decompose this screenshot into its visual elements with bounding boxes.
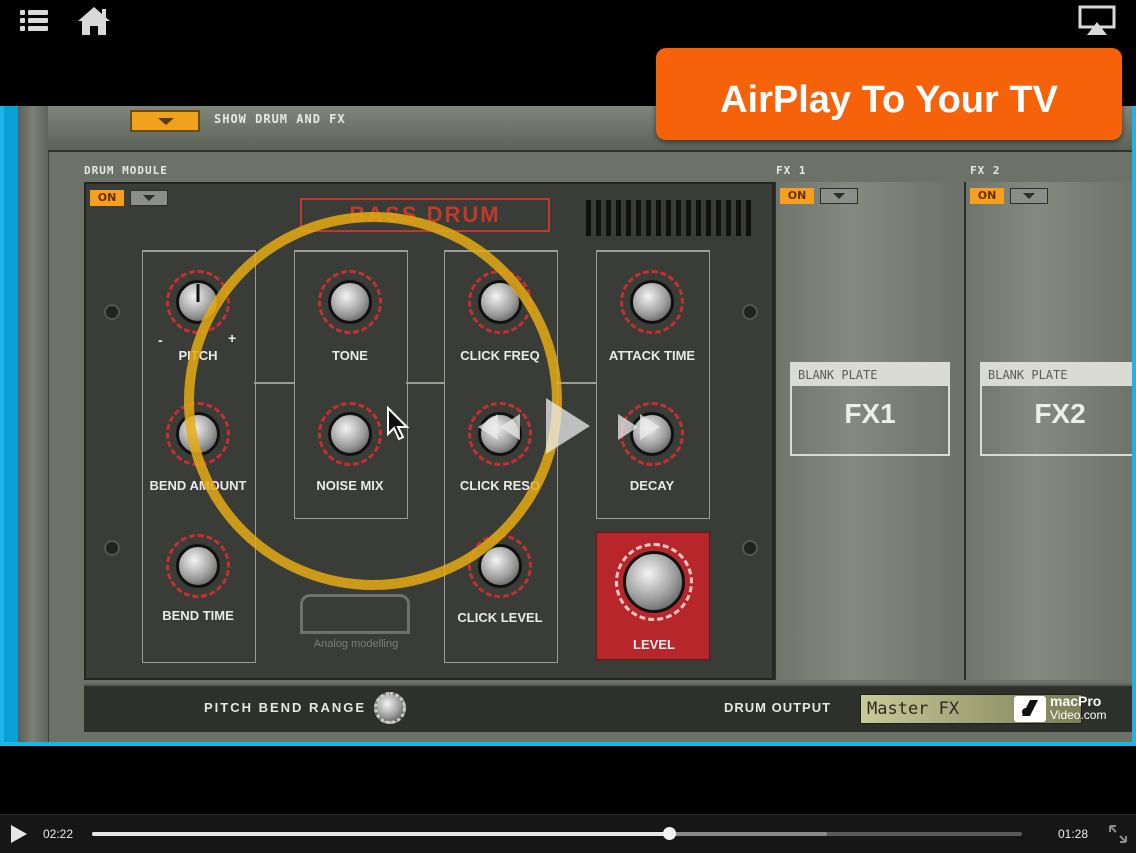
progress-thumb[interactable] [662,827,676,840]
decay-label: DECAY [629,478,675,493]
bend-time-label: BEND TIME [162,608,234,623]
player-controls: 02:22 01:28 [0,814,1136,853]
overlay-play-icon[interactable] [542,394,594,463]
fx1-plate-caption: BLANK PLATE [792,364,948,386]
overlay-fast-forward-icon[interactable] [614,412,664,447]
level-block: LEVEL [596,532,710,660]
mouse-cursor-icon [386,405,410,447]
fx1-panel: ON BLANK PLATE FX1 [774,182,962,680]
airplay-icon[interactable] [1078,4,1116,38]
fx1-blank-plate: BLANK PLATE FX1 [790,362,950,456]
macprovideo-logo-icon [1014,696,1046,722]
watermark-line1: macPro [1050,693,1102,709]
pitch-bend-range-label: PITCH BEND RANGE [204,700,367,715]
level-label: LEVEL [633,637,675,652]
click-level-label: CLICK LEVEL [457,610,543,625]
pitch-bend-range-knob[interactable] [374,692,406,724]
drum-on-button[interactable]: ON [90,190,124,206]
connector-line-3 [556,382,596,384]
fx2-plate-title: FX2 [1034,398,1086,429]
speaker-grille [586,200,754,236]
airplay-banner[interactable]: AirPlay To Your TV [656,48,1122,140]
menu-list-icon[interactable] [18,4,52,38]
fx2-label: FX 2 [970,164,1001,177]
highlight-circle [184,212,562,590]
screw [104,304,120,320]
expand-icon[interactable] [1108,824,1128,849]
progress-track[interactable] [92,827,1022,840]
drum-bottom-bar: PITCH BEND RANGE DRUM OUTPUT Master FX [84,684,1134,732]
fx2-on-button[interactable]: ON [970,188,1004,204]
drum-module-panel: ON BASS DRUM - + PITCH TONE CLICK FREQ A… [84,182,774,680]
macprovideo-watermark: macPro Video.com [1014,694,1124,726]
elapsed-time: 02:22 [43,827,74,841]
drum-output-label: DRUM OUTPUT [724,700,832,715]
fx2-dropdown-button[interactable] [1010,188,1048,204]
rack-rail [18,106,49,742]
show-drum-fx-label: SHOW DRUM AND FX [214,112,346,126]
fx2-plate-caption: BLANK PLATE [982,364,1136,386]
fx1-on-button[interactable]: ON [780,188,814,204]
show-drum-fx-button[interactable] [130,110,200,132]
level-knob[interactable] [615,543,693,621]
airplay-banner-text: AirPlay To Your TV [720,79,1058,121]
fx2-blank-plate: BLANK PLATE FX2 [980,362,1136,456]
screw [742,304,758,320]
fx1-dropdown-button[interactable] [820,188,858,204]
play-icon[interactable] [10,824,28,849]
video-frame[interactable]: SHOW DRUM AND FX DRUM MODULE FX 1 FX 2 O… [0,106,1136,746]
attack-time-knob[interactable] [620,270,684,334]
attack-time-label: ATTACK TIME [608,348,696,363]
drum-dropdown-button[interactable] [130,190,168,206]
screw [104,540,120,556]
screw [742,540,758,556]
remaining-time: 01:28 [1058,827,1089,841]
fx1-label: FX 1 [776,164,807,177]
fx1-plate-title: FX1 [844,398,896,429]
overlay-rewind-icon[interactable] [474,412,524,447]
home-icon[interactable] [76,4,110,38]
analog-modelling-logo [300,594,410,634]
drum-module-label: DRUM MODULE [84,164,168,177]
analog-modelling-text: Analog modelling [313,638,399,650]
progress-played [92,832,669,836]
bend-time-knob[interactable] [166,534,230,598]
pitch-minus-label: - [158,332,163,348]
fx2-panel: ON BLANK PLATE FX2 [964,182,1136,680]
watermark-line2: Video.com [1050,708,1107,722]
